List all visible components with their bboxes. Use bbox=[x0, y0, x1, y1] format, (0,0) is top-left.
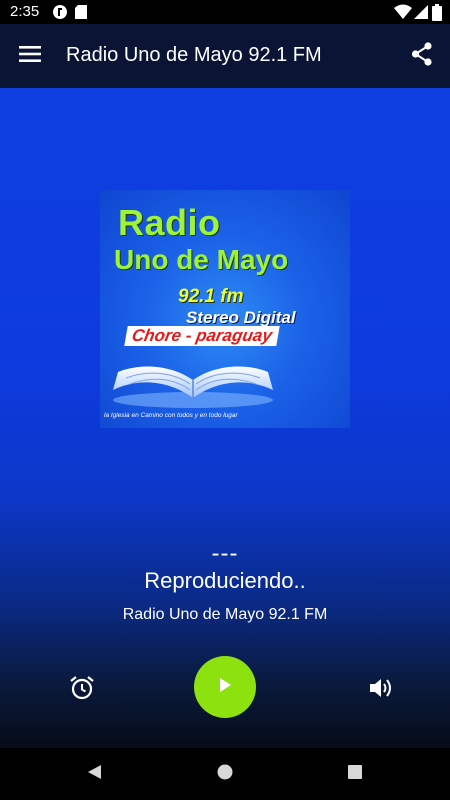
alarm-icon bbox=[69, 675, 95, 706]
notification-app-icon bbox=[52, 4, 68, 25]
back-icon bbox=[86, 763, 104, 786]
wifi-icon bbox=[394, 4, 412, 25]
open-book-icon bbox=[113, 366, 273, 408]
station-name: Radio Uno de Mayo 92.1 FM bbox=[122, 606, 328, 623]
battery-icon bbox=[432, 4, 442, 26]
logo-location: Chore - paraguay bbox=[124, 326, 280, 346]
volume-icon bbox=[368, 676, 394, 705]
alarm-button[interactable] bbox=[64, 672, 100, 708]
track-title: --- bbox=[211, 540, 239, 567]
logo-stereo: Stereo Digital bbox=[186, 308, 296, 327]
volume-button[interactable] bbox=[363, 672, 399, 708]
logo-line-radio: Radio bbox=[118, 202, 221, 243]
status-bar: 2:35 bbox=[0, 0, 450, 24]
app-bar: Radio Uno de Mayo 92.1 FM bbox=[0, 24, 450, 88]
sd-card-icon bbox=[74, 4, 88, 25]
play-icon bbox=[217, 677, 233, 698]
nav-back-button[interactable] bbox=[83, 762, 107, 786]
recents-icon bbox=[346, 763, 364, 786]
radio-player-screen: 2:35 Radio Uno de Mayo 92.1 FM Radio Uno… bbox=[0, 0, 450, 800]
station-logo: Radio Uno de Mayo 92.1 fm Stereo Digital… bbox=[100, 190, 350, 428]
app-title: Radio Uno de Mayo 92.1 FM bbox=[66, 44, 322, 66]
hamburger-menu-icon bbox=[19, 45, 41, 67]
nav-recents-button[interactable] bbox=[343, 762, 367, 786]
nav-home-button[interactable] bbox=[213, 762, 237, 786]
menu-button[interactable] bbox=[12, 38, 48, 74]
system-nav-bar bbox=[0, 748, 450, 800]
logo-line-name: Uno de Mayo bbox=[114, 244, 289, 275]
play-status: Reproduciendo.. bbox=[144, 568, 306, 593]
player-main: Radio Uno de Mayo 92.1 fm Stereo Digital… bbox=[0, 88, 450, 748]
home-icon bbox=[216, 763, 234, 786]
logo-tagline: la Iglesia en Camino con todos y en todo… bbox=[104, 412, 238, 419]
signal-icon bbox=[414, 4, 428, 25]
play-button[interactable] bbox=[194, 656, 256, 718]
status-time: 2:35 bbox=[10, 3, 40, 20]
share-icon bbox=[411, 41, 433, 71]
logo-frequency: 92.1 fm bbox=[178, 286, 244, 307]
share-button[interactable] bbox=[404, 38, 440, 74]
